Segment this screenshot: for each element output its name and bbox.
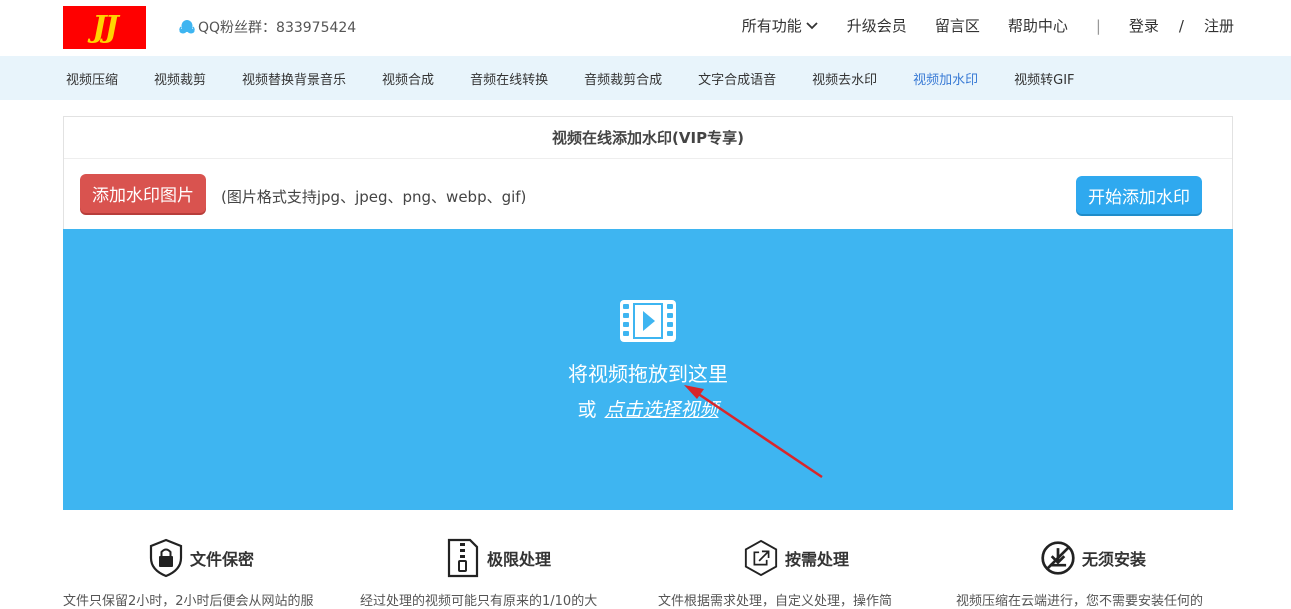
lock-shield-icon (148, 538, 184, 578)
site-logo[interactable]: JJ (63, 6, 146, 49)
external-link-hexagon-icon (743, 538, 779, 578)
video-dropzone[interactable]: 将视频拖放到这里 或点击选择视频 (63, 229, 1233, 510)
nav-separator: | (1095, 16, 1101, 35)
feature-desc: 文件只保留2小时，2小时后便会从网站的服 (63, 594, 314, 609)
login-link[interactable]: 登录 (1129, 15, 1159, 36)
or-label: 或 (577, 399, 597, 421)
feature-desc: 经过处理的视频可能只有原来的1/10的大 (360, 594, 598, 609)
feature-desc: 视频压缩在云端进行，您不需要安装任何的 (956, 594, 1204, 609)
tool-audio-cut-merge[interactable]: 音频裁剪合成 (584, 69, 662, 88)
all-features-menu[interactable]: 所有功能 (742, 15, 819, 36)
help-center-label: 帮助中心 (1007, 17, 1068, 35)
tool-add-watermark[interactable]: 视频加水印 (913, 69, 978, 88)
tool-text-to-speech[interactable]: 文字合成语音 (698, 69, 776, 88)
feature-title: 极限处理 (487, 550, 552, 569)
select-line: 或点击选择视频 (63, 395, 1233, 422)
upgrade-vip-link[interactable]: 升级会员 (847, 15, 907, 36)
qq-group-label: QQ粉丝群：833975424 (198, 20, 357, 36)
tool-remove-watermark[interactable]: 视频去水印 (812, 69, 877, 88)
all-features-label: 所有功能 (741, 17, 802, 35)
feature-extreme: 极限处理 (445, 538, 551, 578)
feature-title: 文件保密 (190, 550, 255, 569)
feature-no-install: 无须安装 (1040, 538, 1146, 578)
feature-desc: 文件根据需求处理，自定义处理，操作简 (658, 594, 893, 609)
header: JJ QQ粉丝群：833975424 所有功能 升级会员 留言区 帮助中心 | … (0, 0, 1291, 56)
panel-title: 视频在线添加水印(VIP专享) (64, 117, 1232, 159)
tool-audio-convert[interactable]: 音频在线转换 (470, 69, 548, 88)
tool-video-crop[interactable]: 视频裁剪 (154, 69, 206, 88)
register-label: 注册 (1203, 17, 1234, 35)
tool-video-merge[interactable]: 视频合成 (382, 69, 434, 88)
feature-confidential: 文件保密 (148, 538, 254, 578)
qq-group: QQ粉丝群：833975424 (178, 17, 356, 37)
register-link[interactable]: 注册 (1204, 15, 1234, 36)
logo-text: JJ (92, 10, 118, 45)
top-nav: 所有功能 升级会员 留言区 帮助中心 | 登录 / 注册 (742, 15, 1234, 36)
drop-instruction: 将视频拖放到这里 (568, 362, 728, 386)
message-board-link[interactable]: 留言区 (935, 15, 980, 36)
select-video-link[interactable]: 点击选择视频 (605, 399, 719, 421)
film-play-icon (620, 300, 676, 342)
format-hint: (图片格式支持jpg、jpeg、png、webp、gif) (221, 188, 527, 206)
feature-title: 无须安装 (1082, 550, 1147, 569)
tool-replace-bgm[interactable]: 视频替换背景音乐 (242, 69, 346, 88)
tool-video-compress[interactable]: 视频压缩 (66, 69, 118, 88)
zip-file-icon (445, 538, 481, 578)
control-row: 添加水印图片 (图片格式支持jpg、jpeg、png、webp、gif) 开始添… (64, 159, 1232, 229)
auth-divider: / (1178, 16, 1184, 35)
help-center-link[interactable]: 帮助中心 (1008, 15, 1068, 36)
qq-penguin-icon (179, 20, 195, 34)
tool-bar: 视频压缩 视频裁剪 视频替换背景音乐 视频合成 音频在线转换 音频裁剪合成 文字… (0, 56, 1291, 100)
chevron-down-icon (806, 21, 818, 29)
feature-on-demand: 按需处理 (743, 538, 849, 578)
features-section: 文件保密 极限处理 按需处理 无须安装 文件只保留2小时，2小时后便会从网站的服… (63, 528, 1233, 609)
no-download-icon (1040, 538, 1076, 578)
add-watermark-image-button[interactable]: 添加水印图片 (80, 174, 206, 213)
tool-video-to-gif[interactable]: 视频转GIF (1014, 69, 1074, 88)
login-label: 登录 (1128, 17, 1159, 35)
start-watermark-button[interactable]: 开始添加水印 (1076, 176, 1202, 214)
feature-title: 按需处理 (785, 550, 850, 569)
watermark-panel: 视频在线添加水印(VIP专享) 添加水印图片 (图片格式支持jpg、jpeg、p… (63, 116, 1233, 510)
message-board-label: 留言区 (934, 17, 980, 35)
upgrade-vip-label: 升级会员 (846, 17, 907, 35)
